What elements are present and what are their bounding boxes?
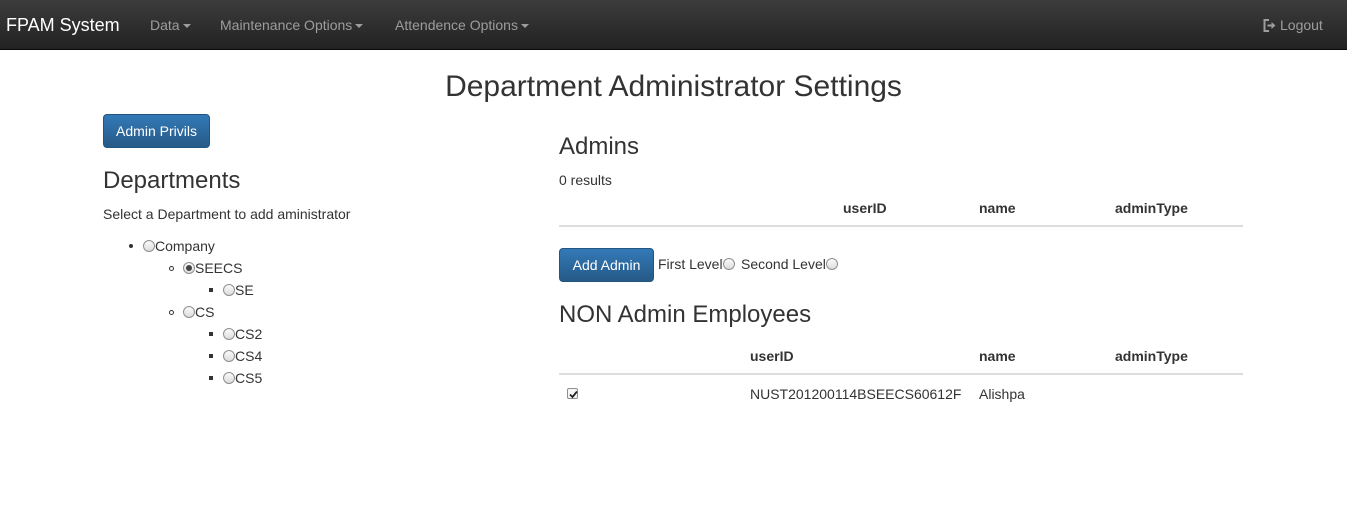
radio-second-level[interactable] [825,258,838,270]
tree-bullet [209,288,213,292]
logout-link[interactable]: Logout [1263,16,1323,34]
tree-item-cs: CS [183,304,214,320]
departments-heading: Departments [103,167,241,194]
radio-seecs[interactable] [183,262,195,274]
page-title: Department Administrator Settings [445,70,902,103]
tree-label-cs5: CS5 [235,370,263,386]
radio-se[interactable] [223,284,235,296]
non-admin-col-userid: userID [750,348,794,364]
tree-bullet [209,332,213,336]
caret-down-icon [520,24,529,29]
admins-col-admintype: adminType [1115,200,1188,216]
row-name: Alishpa [979,386,1025,402]
add-admin-button[interactable]: Add Admin [559,248,654,282]
admins-col-userid: userID [843,200,887,216]
brand-link[interactable]: FPAM System [6,14,120,36]
log-out-icon [1263,19,1276,32]
logout-label: Logout [1280,17,1323,33]
first-level-label: First Level [658,256,723,272]
tree-item-cs4: CS4 [223,348,262,364]
non-admin-col-admintype: adminType [1115,348,1188,364]
menu-maintenance-options[interactable]: Maintenance Options [220,16,364,34]
tree-bullet [209,376,213,380]
tree-item-seecs: SEECS [183,260,242,276]
tree-item-cs2: CS2 [223,326,262,342]
non-admin-heading: NON Admin Employees [559,301,812,328]
radio-cs2[interactable] [223,328,235,340]
non-admin-header-divider [559,373,1243,375]
radio-company[interactable] [143,240,155,252]
caret-down-icon [355,24,364,29]
tree-label-cs2: CS2 [235,326,263,342]
menu-data[interactable]: Data [150,16,191,34]
admins-result-count: 0 results [559,172,612,188]
checkmark-icon [569,390,578,399]
tree-label-cs4: CS4 [235,348,263,364]
menu-maintenance-label: Maintenance Options [220,17,353,33]
tree-bullet [129,244,133,248]
tree-label-company: Company [155,238,215,254]
non-admin-col-name: name [979,348,1016,364]
admin-privils-button[interactable]: Admin Privils [103,114,210,148]
row-userid: NUST201200114BSEECS60612F [750,386,962,402]
tree-item-company: Company [143,238,215,254]
menu-data-label: Data [150,17,180,33]
tree-label-cs: CS [195,304,215,320]
admins-heading: Admins [559,133,640,160]
top-navbar: FPAM System Data Maintenance Options Att… [0,0,1347,50]
tree-bullet [169,310,174,315]
tree-bullet [169,266,174,271]
second-level-label: Second Level [741,256,826,272]
radio-cs[interactable] [183,306,195,318]
radio-cs5[interactable] [223,372,235,384]
departments-hint: Select a Department to add aministrator [103,206,351,222]
tree-item-cs5: CS5 [223,370,262,386]
admins-col-name: name [979,200,1016,216]
first-level-option: First Level [658,256,735,272]
radio-cs4[interactable] [223,350,235,362]
admins-header-divider [559,225,1243,227]
tree-bullet [209,354,213,358]
tree-item-se: SE [223,282,254,298]
tree-label-seecs: SEECS [195,260,243,276]
row-select-checkbox[interactable] [567,388,578,399]
caret-down-icon [182,24,191,29]
tree-label-se: SE [235,282,254,298]
second-level-option: Second Level [741,256,838,272]
menu-attendence-options[interactable]: Attendence Options [395,16,529,34]
radio-first-level[interactable] [722,258,735,270]
menu-attendence-label: Attendence Options [395,17,518,33]
